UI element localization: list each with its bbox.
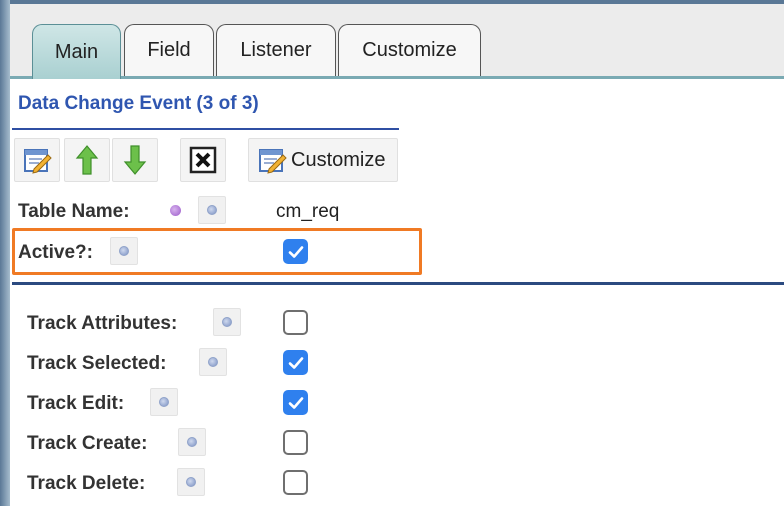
help-icon [207,205,217,215]
checkmark-icon [288,396,303,409]
tab-listener[interactable]: Listener [216,24,336,76]
track-edit-help-button[interactable] [150,388,178,416]
track-attributes-help-button[interactable] [213,308,241,336]
edit-icon [24,149,52,174]
window-left-border [0,0,10,506]
help-icon [159,397,169,407]
tab-customize-label: Customize [362,39,457,61]
track-attributes-label: Track Attributes: [27,313,178,334]
table-name-label: Table Name: [18,201,130,222]
help-icon [208,357,218,367]
track-create-checkbox[interactable] [283,430,308,455]
move-down-button[interactable] [112,138,158,182]
table-name-value: cm_req [276,201,340,222]
active-help-button[interactable] [110,237,138,265]
track-delete-checkbox[interactable] [283,470,308,495]
track-delete-label: Track Delete: [27,473,146,494]
track-edit-checkbox[interactable] [283,390,308,415]
track-edit-label: Track Edit: [27,393,125,414]
help-icon [187,437,197,447]
checkmark-icon [288,356,303,369]
customize-button[interactable]: Customize [248,138,398,182]
tab-field-label: Field [147,39,191,61]
delete-icon [189,146,217,174]
title-divider [12,128,399,130]
track-create-label: Track Create: [27,433,148,454]
track-delete-help-button[interactable] [177,468,205,496]
tab-listener-label: Listener [240,39,312,61]
customize-button-label: Customize [291,148,386,171]
track-create-help-button[interactable] [178,428,206,456]
tab-bar: Main Field Listener Customize [10,4,784,79]
table-name-help-button[interactable] [198,196,226,224]
active-checkbox[interactable] [283,239,308,264]
edit-button[interactable] [14,138,60,182]
help-icon [119,246,129,256]
section-divider [12,282,784,285]
tab-main-label: Main [54,40,99,63]
customize-icon [259,149,287,174]
track-selected-checkbox[interactable] [283,350,308,375]
tab-customize[interactable]: Customize [338,24,481,76]
arrow-down-icon [123,145,147,175]
move-up-button[interactable] [64,138,110,182]
track-selected-help-button[interactable] [199,348,227,376]
delete-button[interactable] [180,138,226,182]
track-selected-label: Track Selected: [27,353,167,374]
section-title: Data Change Event (3 of 3) [18,93,259,114]
arrow-up-icon [75,145,99,175]
track-attributes-checkbox[interactable] [283,310,308,335]
mandatory-indicator-icon [170,205,181,216]
active-label: Active?: [18,242,93,263]
tab-main[interactable]: Main [32,24,121,79]
help-icon [222,317,232,327]
help-icon [186,477,196,487]
checkmark-icon [288,245,303,258]
tab-field[interactable]: Field [124,24,214,76]
